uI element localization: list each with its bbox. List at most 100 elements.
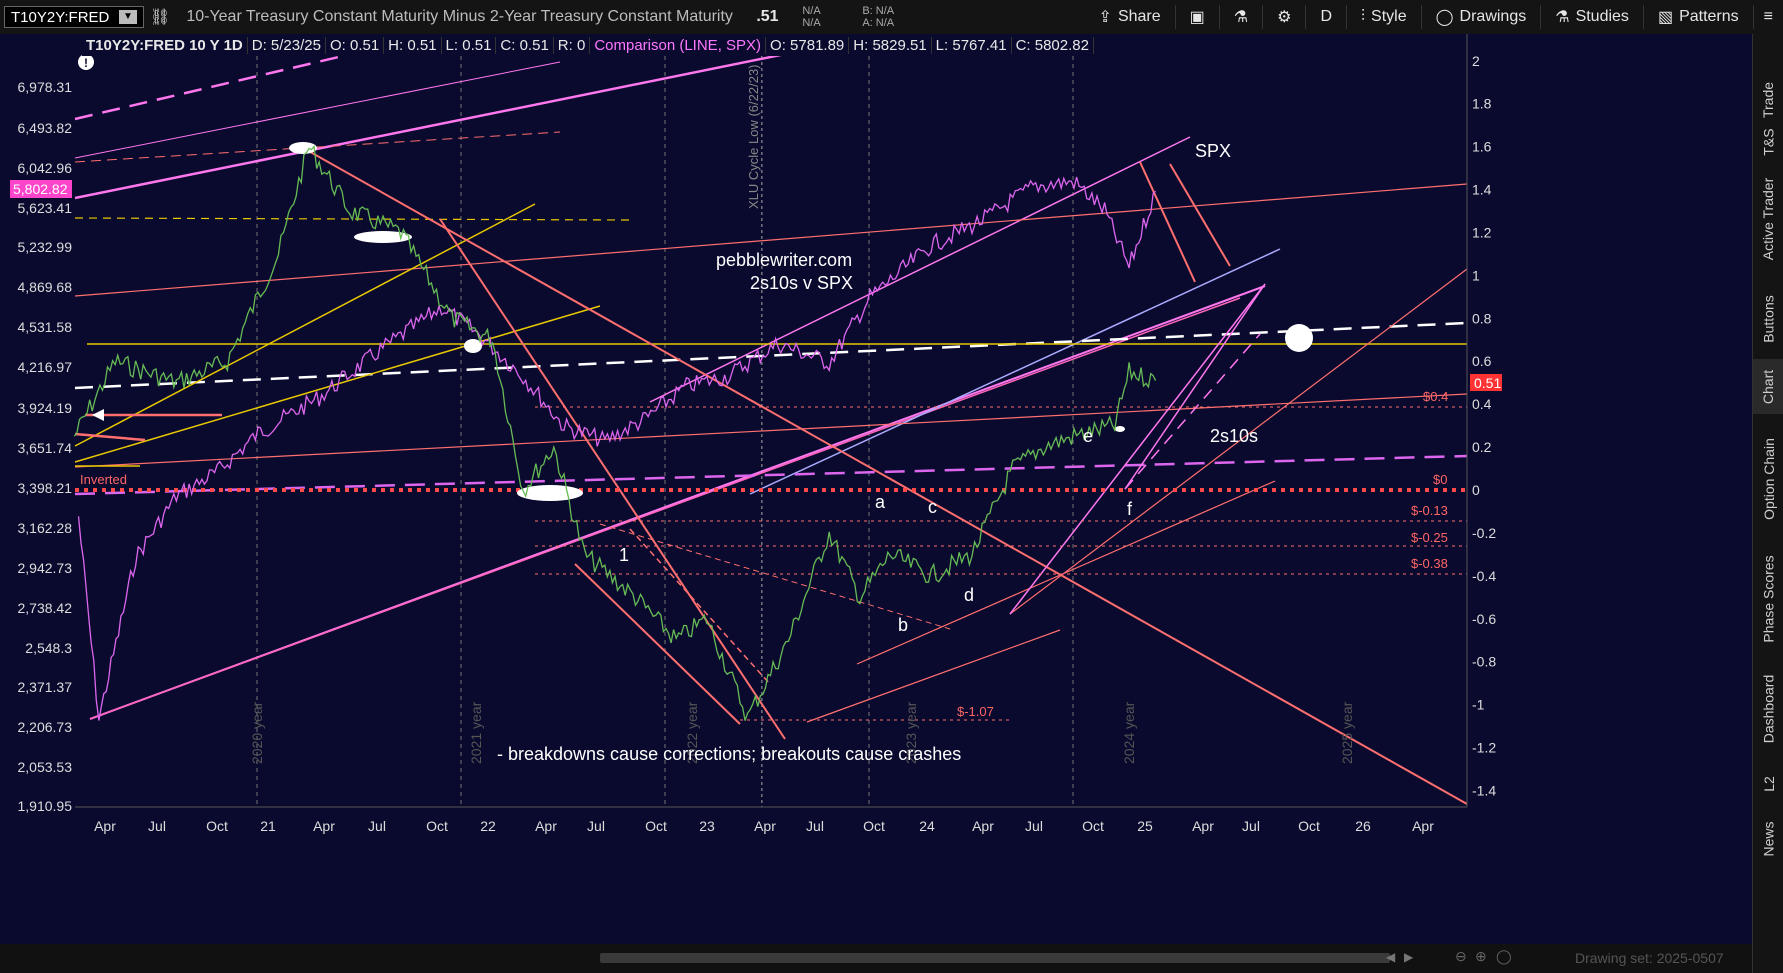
left-axis-tick: 2,548.3 [25,640,72,656]
right-axis-tick: 1.6 [1472,139,1492,155]
menu-button[interactable]: ≡ [1754,0,1783,34]
x-axis-tick: Apr [313,818,335,834]
left-axis-tick: 2,053.53 [18,759,73,775]
symbol-selector[interactable]: T10Y2Y:FRED ▼ [4,6,144,28]
main-toolbar: T10Y2Y:FRED ▼ ⛓ 10-Year Treasury Constan… [0,0,1783,35]
left-axis-tick: 2,371.37 [18,679,73,695]
x-axis-tick: Jul [806,818,824,834]
comparison-label: Comparison (LINE, SPX) [590,36,767,54]
right-axis-tick: 0.2 [1472,439,1492,455]
snapshot-button[interactable]: ▣ [1176,0,1219,34]
chart-title: pebblewriter.com [716,250,852,270]
scroll-right-icon[interactable]: ▶ [1404,950,1413,964]
patterns-button[interactable]: ▧ Patterns [1644,0,1753,34]
studies-icon: ⚗ [1555,9,1570,26]
drawings-button[interactable]: ◯ Drawings [1422,0,1541,34]
xlu-vline-label: XLU Cycle Low (6/22/23) [746,64,761,209]
wave-label: c [928,497,937,517]
bar-close: C: 0.51 [496,36,554,54]
tab-option-chain[interactable]: Option Chain [1753,419,1783,539]
right-axis-tick: 0.4 [1472,396,1492,412]
flask-button[interactable]: ⚗ [1220,0,1262,34]
wave-label: a [875,492,886,512]
marker-ellipse [1115,426,1125,432]
tab-dashboard[interactable]: Dashboard [1753,659,1783,759]
right-axis-tick: 0.6 [1472,353,1492,369]
left-axis-tick: 4,531.58 [18,319,73,335]
x-axis-tick: Apr [535,818,557,834]
tab-t-s[interactable]: T&S [1753,116,1783,168]
link-icon[interactable]: ⛓ [144,0,176,34]
wave-label: b [898,615,908,635]
scroll-left-icon[interactable]: ◀ [1386,950,1395,964]
bar-high: H: 0.51 [384,36,442,54]
candle-icon: ⫶ [1361,8,1366,25]
x-axis-tick: Jul [1025,818,1043,834]
nav-values: N/A N/A [802,5,821,29]
level-label: $0 [1433,472,1447,487]
chart-subtitle: 2s10s v SPX [750,273,853,293]
settings-button[interactable]: ⚙ [1263,0,1305,34]
drawing-set-label: Drawing set: 2025-0507 [1575,950,1724,966]
tab-phase-scores[interactable]: Phase Scores [1753,544,1783,654]
zoom-in-icon[interactable]: ⊕ [1475,948,1487,965]
level-label: $-1.07 [957,704,994,719]
right-axis-tick: -0.6 [1472,611,1496,627]
style-button[interactable]: ⫶ Style [1347,0,1421,34]
x-axis-tick: Oct [1082,818,1104,834]
symbol-description: 10-Year Treasury Constant Maturity Minus… [186,8,733,25]
left-axis-tick: 6,042.96 [18,160,73,176]
right-axis-tick: -0.8 [1472,654,1496,670]
symbol-text: T10Y2Y:FRED [11,8,110,26]
left-axis-tick: 3,162.28 [18,520,73,536]
inverted-label: Inverted [80,472,127,487]
share-icon: ⇪ [1098,9,1112,26]
studies-button[interactable]: ⚗ Studies [1541,0,1643,34]
period-button[interactable]: D [1306,0,1346,34]
year-label: 2021 year [468,701,484,764]
tab-chart[interactable]: Chart [1753,359,1783,414]
right-axis-tick: 0 [1472,482,1480,498]
ellipse-icon: ◯ [1435,9,1454,26]
chart-area[interactable]: ! 6,978.31 6,493.82 6,042.96 5,623.41 5,232.… [0,34,1752,944]
patterns-icon: ▧ [1657,9,1674,26]
x-axis-tick: Apr [1192,818,1214,834]
share-button[interactable]: ⇪ Share [1085,0,1175,34]
right-axis-tick: -1.4 [1472,782,1496,798]
reset-icon[interactable]: ◯ [1496,948,1512,965]
left-axis-tick: 5,623.41 [18,200,73,216]
bid-ask: B: N/A A: N/A [862,5,895,29]
chart-svg[interactable]: ! 6,978.31 6,493.82 6,042.96 5,623.41 5,232.… [0,34,1752,944]
chart-header: T10Y2Y:FRED 10 Y 1D D: 5/23/25 O: 0.51 H… [82,34,1094,56]
x-axis-tick: Jul [368,818,386,834]
right-axis-tick: 1 [1472,267,1480,283]
tab-l2[interactable]: L2 [1753,764,1783,804]
level-label: $-0.25 [1411,530,1448,545]
bar-r: R: 0 [554,36,591,54]
camera-icon: ▣ [1189,9,1205,26]
spx-label: SPX [1195,141,1231,161]
x-axis-tick: 24 [919,818,935,834]
chevron-down-icon[interactable]: ▼ [119,10,137,24]
bar-date: D: 5/23/25 [248,36,326,54]
year-label: 2025 year [1339,701,1355,764]
tab-active-trader[interactable]: Active Trader [1753,164,1783,274]
right-axis-tick: -1 [1472,697,1485,713]
year-label: 2024 year [1121,701,1137,764]
wave-label: 1 [619,545,629,565]
left-axis-tick: 3,924.19 [18,400,73,416]
menu-icon: ≡ [1763,8,1773,25]
tab-news[interactable]: News [1753,809,1783,869]
marker-ellipse [1285,324,1313,352]
flask-icon: ⚗ [1233,9,1249,26]
spread-label: 2s10s [1210,426,1258,446]
x-axis-tick: Oct [1298,818,1320,834]
chart-annotation: - breakdowns cause corrections; breakout… [497,744,961,764]
x-axis-tick: Jul [148,818,166,834]
x-axis-tick: Oct [426,818,448,834]
horizontal-scrollbar[interactable] [600,953,1390,963]
x-axis-tick: 22 [480,818,496,834]
tab-buttons[interactable]: Buttons [1753,284,1783,354]
zoom-out-icon[interactable]: ⊖ [1455,948,1467,965]
spx-price-tag: 5,802.82 [13,181,68,197]
